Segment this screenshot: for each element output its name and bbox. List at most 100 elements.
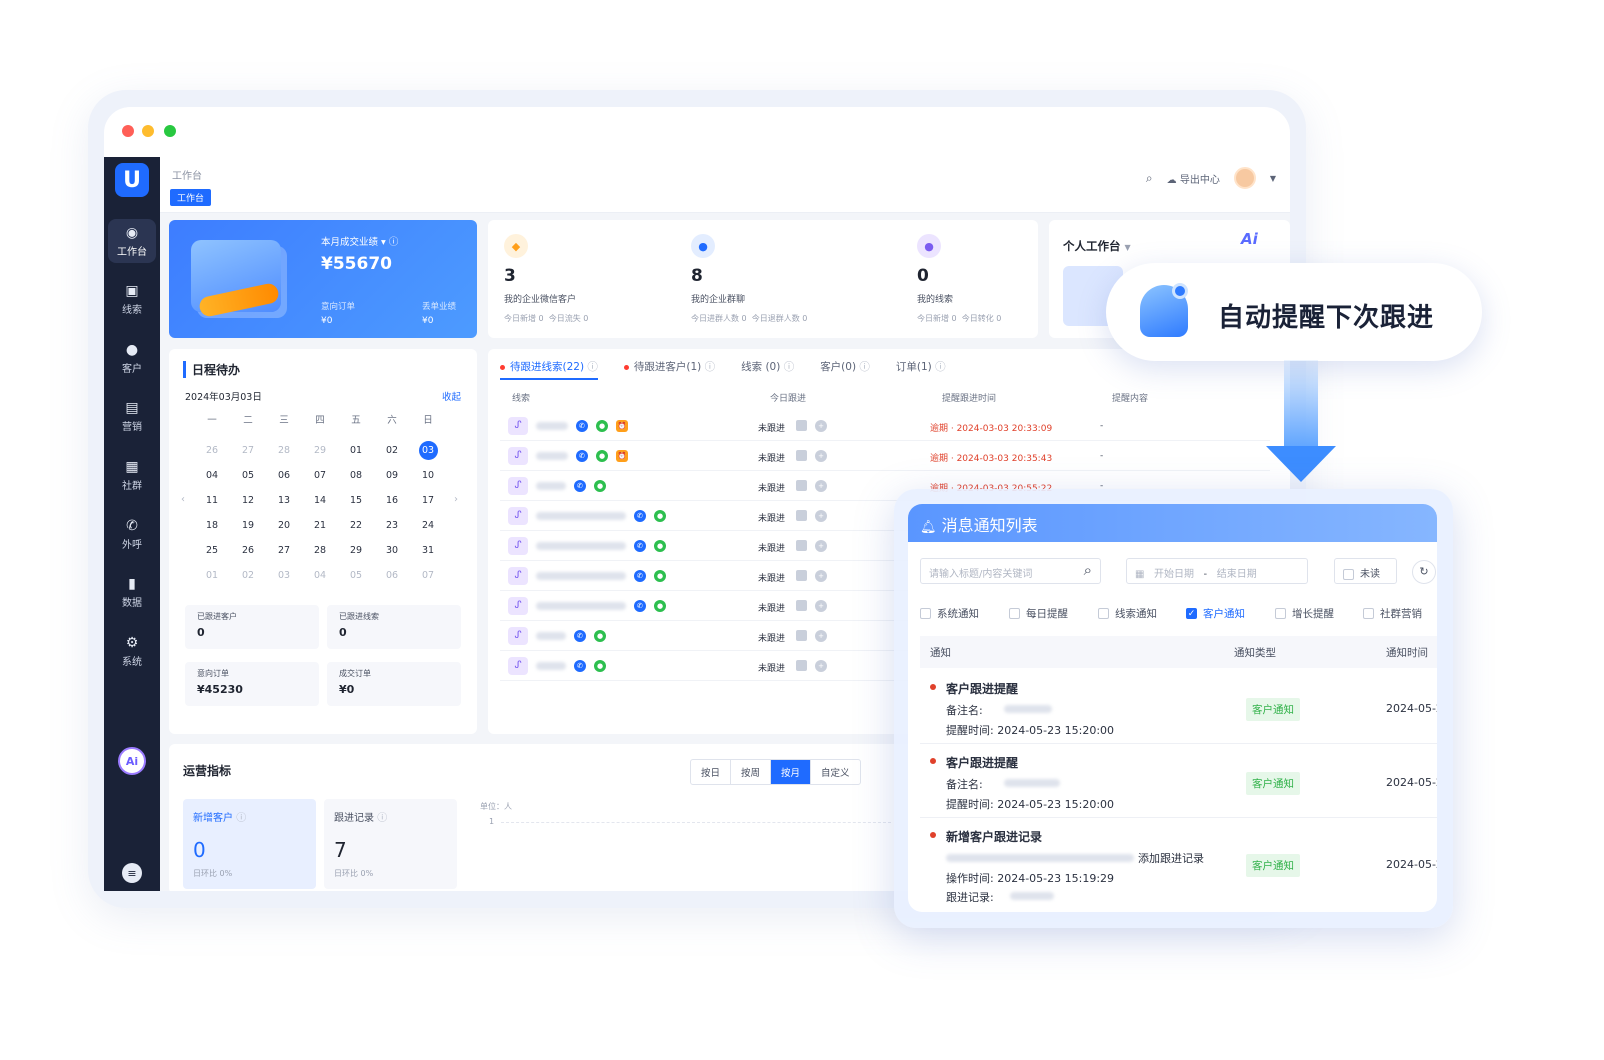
prev-month-icon[interactable]: ‹ — [181, 494, 185, 505]
calendar-day[interactable]: 11 — [194, 491, 230, 510]
sidebar-item-customers[interactable]: ● 客户 — [108, 336, 156, 380]
notification-row[interactable]: 客户跟进提醒 备注名: 提醒时间: 2024-05-23 15:20:00 客户… — [920, 744, 1437, 818]
stat-wechat-customers[interactable]: ◆ 3 我的企业微信客户 今日新增 0 今日流失 0 — [504, 234, 588, 324]
calendar-day[interactable]: 01 — [338, 441, 374, 460]
add-icon[interactable]: + — [815, 450, 827, 462]
segment-day[interactable]: 按日 — [691, 760, 732, 784]
table-row[interactable]: ᔑ ✆ ● ⏰ 未跟进 + 逾期 · 2024-03-03 20:33:09 - — [500, 411, 1270, 441]
export-center-button[interactable]: ☁ 导出中心 — [1167, 171, 1220, 186]
phone-icon[interactable]: ✆ — [634, 570, 646, 582]
notification-row[interactable]: 新增客户跟进记录 添加跟进记录 操作时间: 2024-05-23 15:19:2… — [920, 818, 1437, 912]
wechat-icon[interactable]: ● — [594, 480, 606, 492]
calendar-day[interactable]: 26 — [194, 441, 230, 460]
notification-search-input[interactable]: 请输入标题/内容关键词 ⌕ — [920, 558, 1101, 584]
sidebar-item-dashboard[interactable]: ◉ 工作台 — [108, 219, 156, 263]
search-icon[interactable]: ⌕ — [1084, 561, 1092, 579]
edit-record-icon[interactable] — [796, 660, 807, 671]
unread-filter[interactable]: 未读 — [1334, 558, 1397, 584]
tab-pending-customers[interactable]: 待跟进客户(1) ⓘ — [623, 359, 715, 380]
notice-filter-checkbox[interactable]: 系统通知 — [920, 606, 979, 621]
phone-icon[interactable]: ✆ — [634, 540, 646, 552]
phone-icon[interactable]: ✆ — [574, 480, 586, 492]
sidebar-item-data[interactable]: ▮ 数据 — [108, 570, 156, 614]
page-tag[interactable]: 工作台 — [170, 189, 212, 206]
edit-record-icon[interactable] — [796, 540, 807, 551]
calendar-day[interactable]: 30 — [374, 541, 410, 560]
notice-filter-checkbox[interactable]: 社群营销 — [1363, 606, 1422, 621]
table-row[interactable]: ᔑ ✆ ● ⏰ 未跟进 + 逾期 · 2024-03-03 20:35:43 - — [500, 441, 1270, 471]
performance-title[interactable]: 本月成交业绩 ▾ ⓘ — [321, 234, 398, 248]
reminder-icon[interactable]: ⏰ — [616, 420, 628, 432]
calendar-day[interactable]: 31 — [410, 541, 446, 560]
calendar-day[interactable]: 03 — [266, 566, 302, 585]
add-icon[interactable]: + — [815, 630, 827, 642]
calendar-day[interactable]: 25 — [194, 541, 230, 560]
wechat-icon[interactable]: ● — [596, 450, 608, 462]
reminder-icon[interactable]: ⏰ — [616, 450, 628, 462]
sidebar-item-marketing[interactable]: ▤ 营销 — [108, 394, 156, 438]
calendar-day[interactable]: 03 — [418, 441, 438, 460]
wechat-icon[interactable]: ● — [596, 420, 608, 432]
sidebar-item-leads[interactable]: ▣ 线索 — [108, 277, 156, 321]
calendar-day[interactable]: 14 — [302, 491, 338, 510]
wechat-icon[interactable]: ● — [654, 570, 666, 582]
segment-custom[interactable]: 自定义 — [811, 760, 860, 784]
sidebar-item-system[interactable]: ⚙ 系统 — [108, 629, 156, 673]
notification-row[interactable]: 客户跟进提醒 备注名: 提醒时间: 2024-05-23 15:20:00 客户… — [920, 670, 1437, 744]
phone-icon[interactable]: ✆ — [574, 630, 586, 642]
calendar-day[interactable]: 27 — [266, 541, 302, 560]
calendar-day[interactable]: 02 — [374, 441, 410, 460]
edit-record-icon[interactable] — [796, 480, 807, 491]
tab-pending-leads[interactable]: 待跟进线索(22) ⓘ — [500, 359, 598, 380]
phone-icon[interactable]: ✆ — [634, 510, 646, 522]
stat-wechat-groups[interactable]: ● 8 我的企业群聊 今日进群人数 0 今日退群人数 0 — [691, 234, 807, 324]
wechat-icon[interactable]: ● — [654, 510, 666, 522]
add-icon[interactable]: + — [815, 660, 827, 672]
avatar[interactable] — [1233, 167, 1256, 189]
notice-filter-checkbox[interactable]: 每日提醒 — [1009, 606, 1068, 621]
add-icon[interactable]: + — [815, 600, 827, 612]
calendar-day[interactable]: 29 — [302, 441, 338, 460]
calendar-day[interactable]: 12 — [230, 491, 266, 510]
add-icon[interactable]: + — [815, 540, 827, 552]
wechat-icon[interactable]: ● — [654, 600, 666, 612]
calendar-day[interactable]: 06 — [266, 466, 302, 485]
calendar-day[interactable]: 26 — [230, 541, 266, 560]
calendar-day[interactable]: 24 — [410, 516, 446, 535]
sidebar-item-community[interactable]: ▦ 社群 — [108, 453, 156, 497]
calendar-day[interactable]: 07 — [410, 566, 446, 585]
collapse-link[interactable]: 收起 — [442, 389, 461, 403]
next-month-icon[interactable]: › — [454, 494, 458, 505]
calendar-day[interactable]: 08 — [338, 466, 374, 485]
calendar-day[interactable]: 01 — [194, 566, 230, 585]
calendar-day[interactable]: 05 — [338, 566, 374, 585]
calendar-day[interactable]: 20 — [266, 516, 302, 535]
calendar-day[interactable]: 16 — [374, 491, 410, 510]
stat-my-leads[interactable]: ● 0 我的线索 今日新增 0 今日转化 0 — [917, 234, 1001, 324]
calendar-day[interactable]: 28 — [302, 541, 338, 560]
chevron-down-icon[interactable]: ▼ — [1270, 174, 1276, 183]
phone-icon[interactable]: ✆ — [634, 600, 646, 612]
calendar-day[interactable]: 09 — [374, 466, 410, 485]
calendar-day[interactable]: 15 — [338, 491, 374, 510]
sidebar-item-outbound[interactable]: ✆ 外呼 — [108, 512, 156, 556]
calendar-day[interactable]: 23 — [374, 516, 410, 535]
notice-filter-checkbox[interactable]: 增长提醒 — [1275, 606, 1334, 621]
calendar-day[interactable]: 18 — [194, 516, 230, 535]
personal-workspace-title[interactable]: 个人工作台 ▼ — [1063, 238, 1131, 254]
tab-orders[interactable]: 订单(1) ⓘ — [896, 359, 946, 380]
edit-record-icon[interactable] — [796, 420, 807, 431]
wechat-icon[interactable]: ● — [594, 660, 606, 672]
segment-week[interactable]: 按周 — [731, 760, 772, 784]
minimize-window-button[interactable] — [142, 125, 154, 137]
date-range-picker[interactable]: ▦ 开始日期 - 结束日期 — [1126, 558, 1308, 584]
calendar-day[interactable]: 06 — [374, 566, 410, 585]
edit-record-icon[interactable] — [796, 510, 807, 521]
phone-icon[interactable]: ✆ — [576, 450, 588, 462]
phone-icon[interactable]: ✆ — [574, 660, 586, 672]
add-icon[interactable]: + — [815, 480, 827, 492]
card-followup-records[interactable]: 跟进记录 ⓘ 7 日环比 0% — [324, 799, 457, 889]
close-window-button[interactable] — [122, 125, 134, 137]
maximize-window-button[interactable] — [164, 125, 176, 137]
add-icon[interactable]: + — [815, 570, 827, 582]
